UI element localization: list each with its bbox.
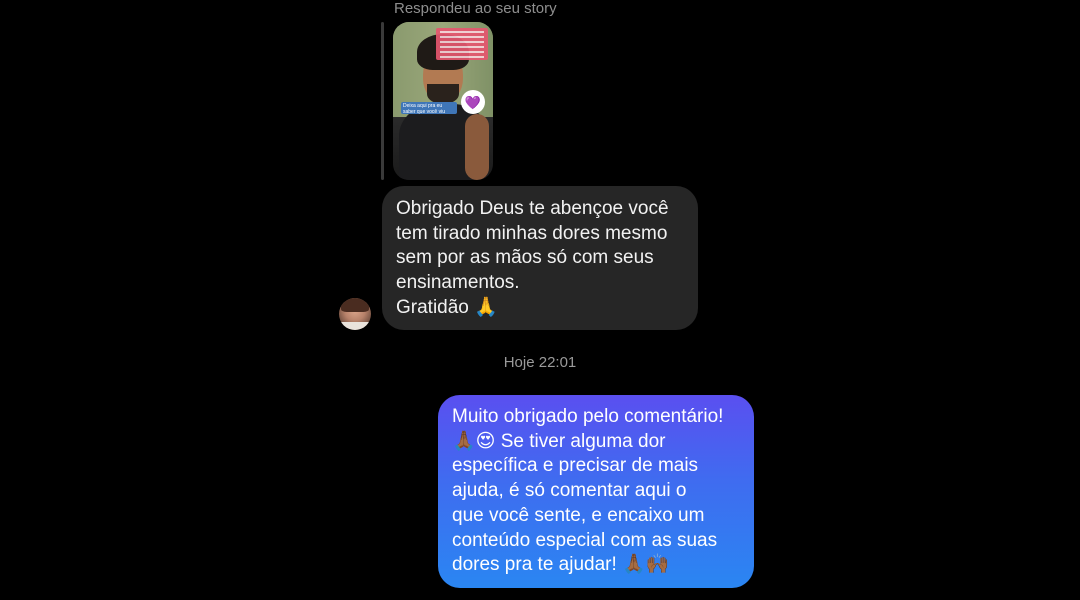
sender-avatar[interactable] xyxy=(339,298,371,330)
story-reply-divider xyxy=(381,22,384,180)
story-thumbnail[interactable]: Deixa aqui pra eu saber que você viu 💜 xyxy=(393,22,493,180)
story-person-arm xyxy=(465,114,489,180)
incoming-message-bubble[interactable]: Obrigado Deus te abençoe você tem tirado… xyxy=(382,186,698,330)
story-caption-top xyxy=(436,28,488,60)
story-person-beard xyxy=(427,84,459,104)
purple-heart-icon: 💜 xyxy=(461,90,485,114)
outgoing-message-bubble[interactable]: Muito obrigado pelo comentário! 🙏🏾😍 Se t… xyxy=(438,395,754,588)
dm-conversation: Respondeu ao seu story Deixa aqui pra eu… xyxy=(0,0,1080,600)
story-reply-label: Respondeu ao seu story xyxy=(394,0,557,17)
story-caption-bottom: Deixa aqui pra eu saber que você viu xyxy=(401,102,457,114)
message-timestamp: Hoje 22:01 xyxy=(503,354,577,371)
